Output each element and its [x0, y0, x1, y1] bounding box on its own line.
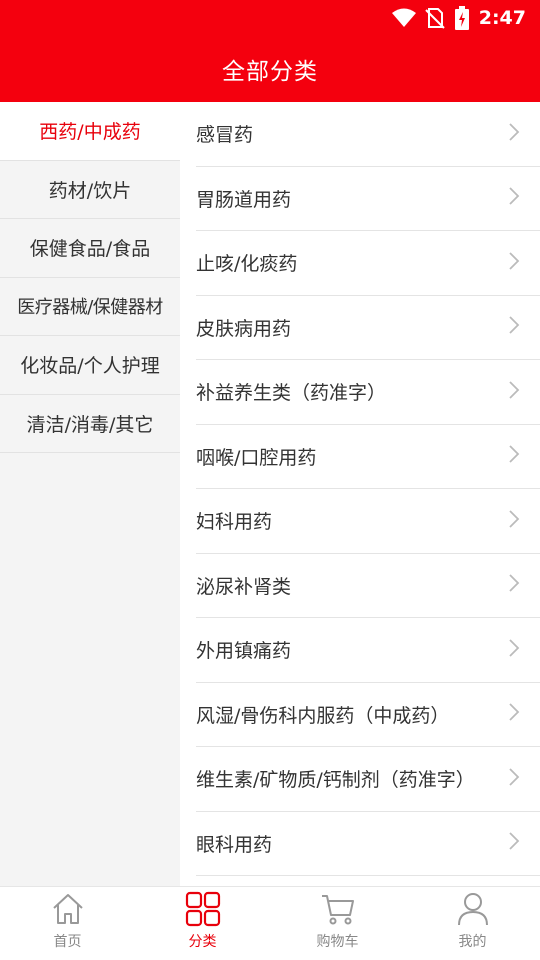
list-item-label: 维生素/矿物质/钙制剂（药准字）	[196, 769, 475, 792]
chevron-right-icon	[508, 831, 520, 855]
app-bar: 全部分类	[0, 36, 540, 102]
sidebar-item-cosmetics[interactable]: 化妆品/个人护理	[0, 336, 180, 395]
list-item-label: 胃肠道用药	[196, 188, 292, 211]
status-bar: 2:47	[0, 0, 540, 36]
chevron-right-icon	[508, 638, 520, 662]
subcategory-list: 感冒药 胃肠道用药 止咳/化痰药 皮肤病用药 补益养生类（药准字） 咽喉/口腔用…	[180, 102, 540, 886]
sidebar-item-label: 药材/饮片	[48, 179, 132, 202]
sidebar-item-cleaning[interactable]: 清洁/消毒/其它	[0, 395, 180, 453]
list-item[interactable]: 咽喉/口腔用药	[196, 425, 540, 489]
list-item-label: 皮肤病用药	[196, 317, 292, 340]
list-item[interactable]: 皮肤病用药	[196, 296, 540, 360]
list-item-label: 风湿/骨伤科内服药（中成药）	[196, 704, 450, 727]
sidebar-item-label: 西药/中成药	[39, 121, 141, 144]
tab-label: 分类	[188, 934, 217, 950]
list-item[interactable]: 补益养生类（药准字）	[196, 360, 540, 425]
chevron-right-icon	[508, 380, 520, 404]
home-icon	[50, 891, 86, 927]
sidebar-item-label: 医疗器械/保健器材	[17, 297, 163, 319]
list-item-label: 眼科用药	[196, 833, 273, 856]
list-item[interactable]: 泌尿补肾类	[196, 554, 540, 618]
list-item[interactable]: 胃肠道用药	[196, 167, 540, 231]
sidebar-item-label: 化妆品/个人护理	[20, 355, 160, 378]
list-item-label: 止咳/化痰药	[196, 253, 298, 276]
tab-category[interactable]: 分类	[135, 887, 270, 960]
list-item-label: 妇科用药	[196, 511, 273, 534]
tab-label: 我的	[458, 934, 487, 950]
chevron-right-icon	[508, 315, 520, 339]
tab-label: 首页	[53, 934, 82, 950]
chevron-right-icon	[508, 186, 520, 210]
list-item[interactable]: 妇科用药	[196, 489, 540, 554]
chevron-right-icon	[508, 573, 520, 597]
sidebar-item-western-medicine[interactable]: 西药/中成药	[0, 102, 181, 161]
chevron-right-icon	[508, 509, 520, 533]
status-icons: 2:47	[391, 0, 526, 36]
category-grid-icon	[185, 891, 221, 927]
list-item-label: 外用镇痛药	[196, 640, 292, 663]
no-sim-icon	[425, 7, 445, 29]
sidebar-item-health-food[interactable]: 保健食品/食品	[0, 219, 180, 278]
profile-icon	[455, 891, 491, 927]
sidebar-item-label: 保健食品/食品	[29, 238, 151, 261]
list-item[interactable]: 感冒药	[196, 102, 540, 167]
category-sidebar: 西药/中成药 药材/饮片 保健食品/食品 医疗器械/保健器材 化妆品/个人护理 …	[0, 102, 181, 886]
list-item[interactable]: 止咳/化痰药	[196, 231, 540, 296]
battery-charging-icon	[454, 6, 469, 30]
bottom-tab-bar: 首页 分类 购物车 我的	[0, 886, 540, 960]
wifi-icon	[391, 8, 417, 28]
list-item[interactable]: 外用镇痛药	[196, 618, 540, 683]
cart-icon	[320, 891, 356, 927]
list-item-label: 泌尿补肾类	[196, 575, 292, 598]
list-item[interactable]: 风湿/骨伤科内服药（中成药）	[196, 683, 540, 747]
tab-profile[interactable]: 我的	[405, 887, 540, 960]
chevron-right-icon	[508, 702, 520, 726]
sidebar-item-herbs[interactable]: 药材/饮片	[0, 161, 180, 219]
chevron-right-icon	[508, 251, 520, 275]
list-item-label: 补益养生类（药准字）	[196, 382, 387, 405]
page-title: 全部分类	[222, 59, 318, 85]
tab-home[interactable]: 首页	[0, 887, 135, 960]
list-item[interactable]: 眼科用药	[196, 812, 540, 876]
tab-cart[interactable]: 购物车	[270, 887, 405, 960]
list-item-label: 咽喉/口腔用药	[196, 446, 317, 469]
sidebar-item-medical-devices[interactable]: 医疗器械/保健器材	[0, 278, 180, 336]
tab-label: 购物车	[316, 934, 359, 950]
sidebar-item-label: 清洁/消毒/其它	[26, 413, 154, 436]
chevron-right-icon	[508, 444, 520, 468]
status-time: 2:47	[478, 7, 526, 29]
list-item[interactable]: 维生素/矿物质/钙制剂（药准字）	[196, 747, 540, 812]
chevron-right-icon	[508, 767, 520, 791]
chevron-right-icon	[508, 122, 520, 146]
list-item-label: 感冒药	[196, 124, 254, 147]
